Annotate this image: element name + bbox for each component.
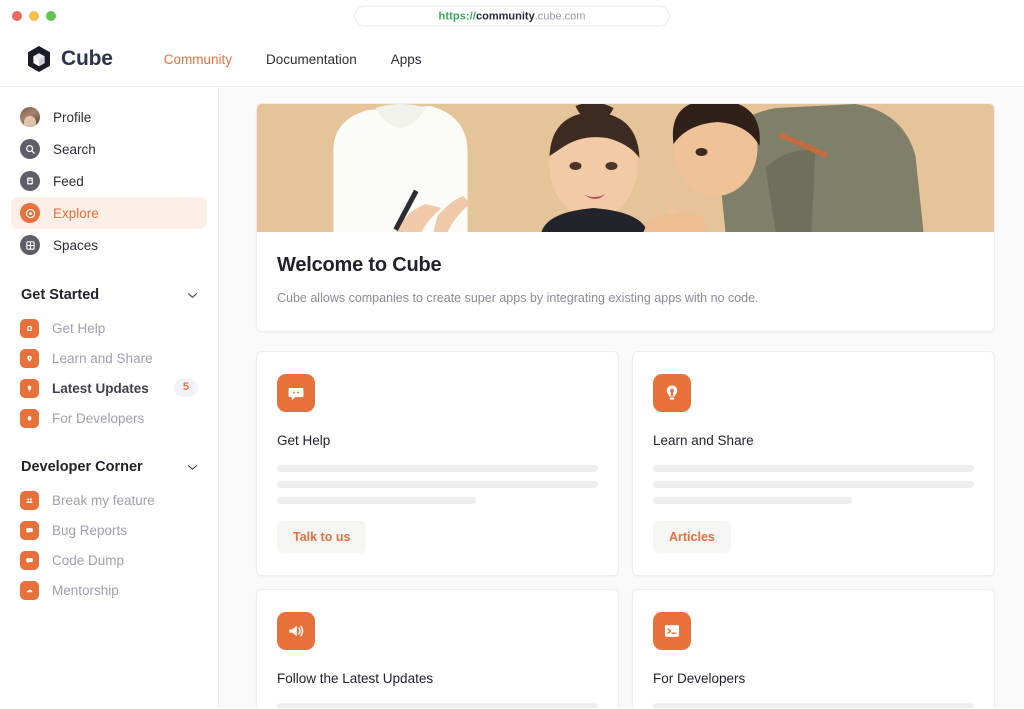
sidebar-item-for-developers[interactable]: For Developers [11,403,207,433]
skeleton-line [277,703,598,708]
card-title: For Developers [653,671,746,686]
card-title: Learn and Share [653,433,754,448]
hero-subtitle: Cube allows companies to create super ap… [277,291,759,305]
sidebar-section-get-started-header[interactable]: Get Started [21,287,198,303]
brand-name: Cube [61,47,113,70]
url-domain: .cube.com [534,10,586,22]
sidebar: Profile Search Feed Explore Spaces Get S… [0,87,219,708]
section-title: Get Started [21,287,100,303]
url-scheme: https:// [438,10,477,22]
articles-button[interactable]: Articles [653,521,731,553]
sidebar-item-label: Latest Updates [52,380,149,396]
grid-icon [20,235,40,255]
terminal-icon [653,612,691,650]
search-icon [20,139,40,159]
feature-card-latest-updates[interactable]: Follow the Latest Updates [256,589,619,708]
feature-card-grid: Get Help Talk to us Learn and Share Arti… [256,351,995,708]
compass-icon [20,203,40,223]
sidebar-item-learn-and-share[interactable]: Learn and Share [11,343,207,373]
maximize-window-button[interactable] [46,11,56,21]
sidebar-section-developer-corner-header[interactable]: Developer Corner [21,459,198,475]
section-title: Developer Corner [21,459,143,475]
welcome-hero-card: Welcome to Cube Cube allows companies to… [256,103,995,332]
sidebar-item-label: Code Dump [52,552,125,568]
sidebar-item-label: Learn and Share [52,350,153,366]
sidebar-item-label: Bug Reports [52,522,128,538]
main-content: Welcome to Cube Cube allows companies to… [219,87,1024,708]
card-title: Get Help [277,433,331,448]
hero-photo [257,104,994,232]
feed-icon [20,171,40,191]
sidebar-item-label: Spaces [53,237,99,253]
skeleton-lines [653,703,974,708]
sidebar-item-label: For Developers [52,410,145,426]
status-badge: 5 [173,379,198,397]
skeleton-lines [277,465,598,504]
skeleton-line [277,481,598,488]
sidebar-item-label: Break my feature [52,492,155,508]
avatar-icon [20,107,40,127]
top-navigation-bar: Cube Community Documentation Apps [0,32,1024,87]
terminal-icon [20,408,39,428]
cube-hexagon-logo-icon [26,45,52,73]
megaphone-icon [20,378,39,398]
note-icon [20,318,39,338]
megaphone-icon [277,612,315,650]
sidebar-item-explore[interactable]: Explore [11,197,207,229]
url-host: community [476,10,535,22]
sidebar-item-latest-updates[interactable]: Latest Updates 5 [11,373,207,403]
comment-icon [20,550,39,570]
sidebar-item-search[interactable]: Search [11,133,207,165]
page-title: Welcome to Cube [277,254,442,276]
sidebar-item-mentorship[interactable]: Mentorship [11,575,207,605]
address-bar[interactable]: https://community .cube.com [354,5,670,27]
sidebar-item-get-help[interactable]: Get Help [11,313,207,343]
lightbulb-icon [653,374,691,412]
minimize-window-button[interactable] [29,11,39,21]
talk-to-us-button[interactable]: Talk to us [277,521,367,553]
skeleton-line [653,497,853,504]
comment-icon [20,520,39,540]
lightbulb-icon [20,348,39,368]
chevron-down-icon[interactable] [187,464,198,471]
people-icon [20,490,39,510]
window-controls [12,11,56,21]
sidebar-item-label: Explore [53,205,99,221]
sidebar-item-feed[interactable]: Feed [11,165,207,197]
skeleton-line [277,497,477,504]
hero-body: Welcome to Cube Cube allows companies to… [257,232,994,331]
skeleton-line [653,703,974,708]
sidebar-item-profile[interactable]: Profile [11,101,207,133]
sidebar-item-label: Search [53,141,96,157]
brand-logo-link[interactable]: Cube [26,45,113,73]
sidebar-item-spaces[interactable]: Spaces [11,229,207,261]
nav-link-documentation[interactable]: Documentation [266,52,357,67]
browser-chrome: https://community .cube.com [0,0,1024,32]
primary-nav-links: Community Documentation Apps [164,52,422,67]
chevron-down-icon[interactable] [187,292,198,299]
nav-link-apps[interactable]: Apps [391,52,422,67]
sidebar-item-label: Feed [53,173,84,189]
skeleton-lines [653,465,974,504]
card-title: Follow the Latest Updates [277,671,434,686]
nav-link-community[interactable]: Community [164,52,232,67]
sidebar-item-break-my-feature[interactable]: Break my feature [11,485,207,515]
sidebar-item-label: Profile [53,109,92,125]
sidebar-item-label: Mentorship [52,582,119,598]
close-window-button[interactable] [12,11,22,21]
page-body: Profile Search Feed Explore Spaces Get S… [0,87,1024,708]
cloud-icon [20,580,39,600]
chat-bubble-icon [277,374,315,412]
feature-card-learn-and-share[interactable]: Learn and Share Articles [632,351,995,576]
skeleton-line [653,481,974,488]
sidebar-item-label: Get Help [52,320,106,336]
skeleton-lines [277,703,598,708]
skeleton-line [653,465,974,472]
skeleton-line [277,465,598,472]
feature-card-for-developers[interactable]: For Developers [632,589,995,708]
sidebar-item-bug-reports[interactable]: Bug Reports [11,515,207,545]
feature-card-get-help[interactable]: Get Help Talk to us [256,351,619,576]
sidebar-item-code-dump[interactable]: Code Dump [11,545,207,575]
